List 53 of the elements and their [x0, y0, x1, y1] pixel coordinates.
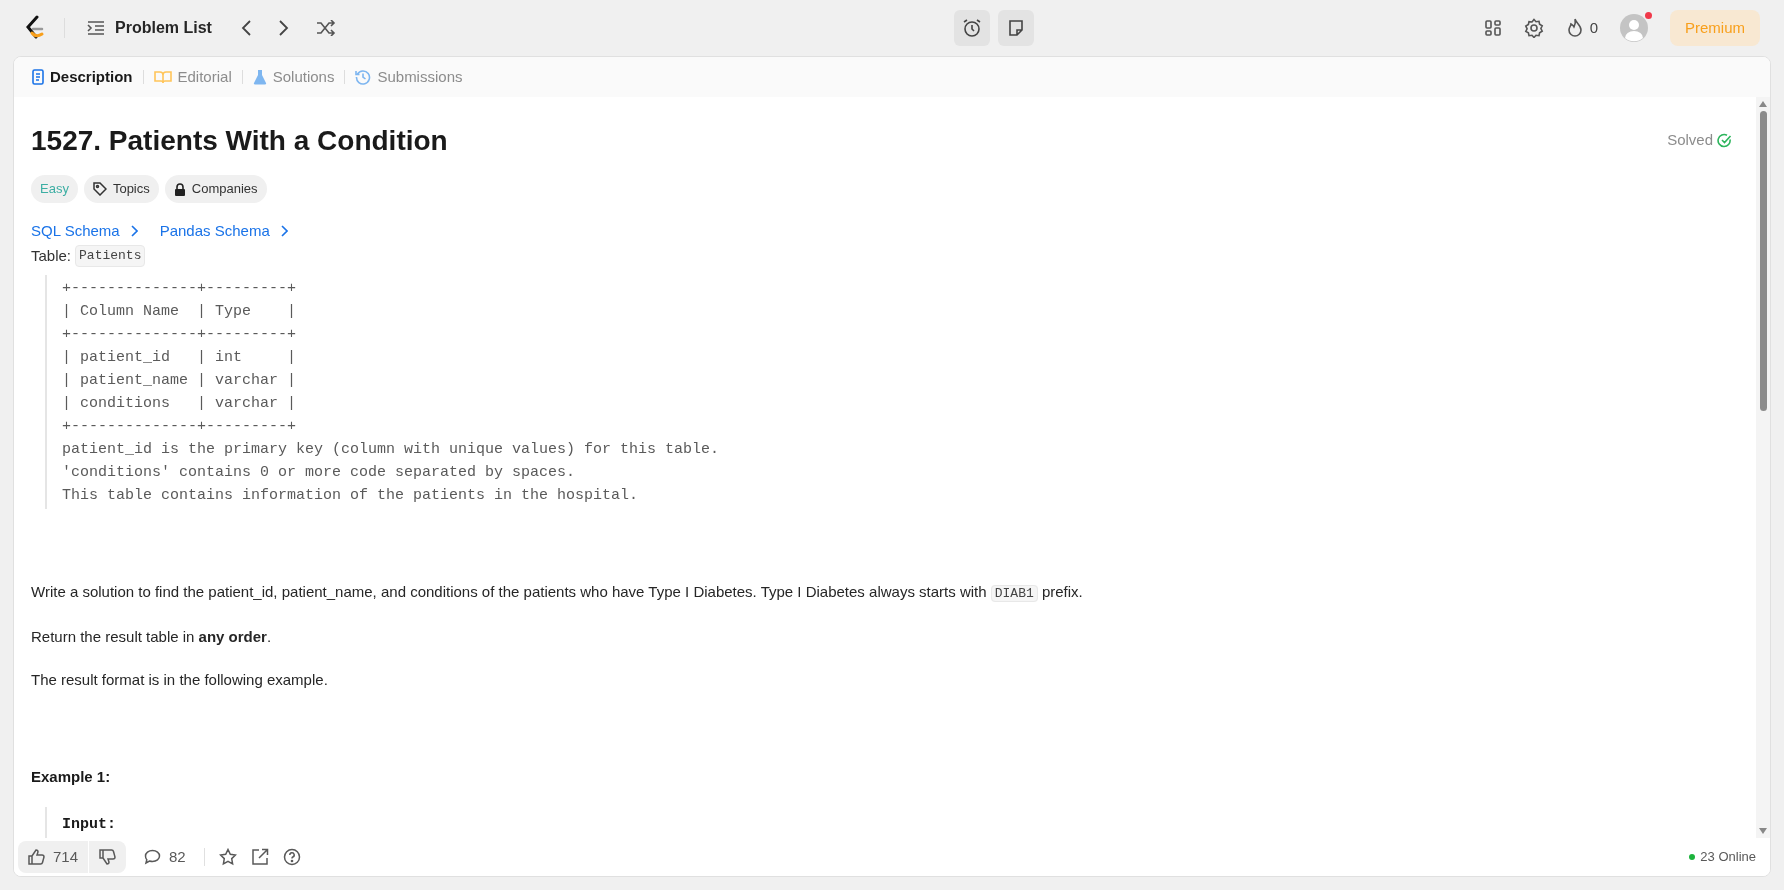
lock-icon [173, 182, 186, 196]
online-count: 23 Online [1700, 848, 1756, 867]
star-icon[interactable] [218, 848, 237, 866]
scrollbar[interactable] [1756, 97, 1770, 838]
scroll-down-icon[interactable] [1759, 828, 1767, 834]
notes-button[interactable] [997, 10, 1034, 46]
history-icon [355, 69, 372, 85]
schema-link[interactable]: Pandas Schema [159, 220, 288, 243]
streak-count: 0 [1589, 17, 1598, 38]
companies-button[interactable]: Companies [164, 175, 267, 203]
solved-label: Solved [1667, 130, 1713, 150]
paragraph: The result format is in the following example. [31, 670, 329, 690]
schema-code-block: +--------------+---------+ | Column Name | Type | +--------------+---------+ | patient_id | int | | patient_name | varchar | | conditions | varchar | +--------------+---------+ patient_id is the primary key (column with unique values) for this table. 'conditions' contains 0 or more code separated by spaces. This table contains information of the patients in the hospital. [45, 275, 1736, 509]
tab[interactable]: Description [28, 65, 137, 89]
problem-list-link[interactable]: Problem List [83, 16, 216, 40]
note-icon [1006, 19, 1025, 37]
thumbs-up-icon [28, 849, 45, 865]
tag-icon [92, 182, 107, 196]
chevron-right-icon [129, 225, 138, 238]
streak-button[interactable]: 0 [1565, 16, 1598, 40]
next-icon[interactable] [277, 19, 290, 37]
alarm-clock-icon [961, 18, 982, 38]
layout-icon[interactable] [1483, 19, 1502, 37]
schema-link[interactable]: SQL Schema [31, 220, 138, 243]
shuffle-icon[interactable] [315, 20, 336, 36]
timer-button[interactable] [953, 10, 990, 46]
logo-icon[interactable] [24, 15, 46, 41]
thumbs-down-icon [99, 849, 117, 865]
flask-icon [252, 69, 267, 85]
input-label: Input: [62, 815, 116, 833]
help-icon[interactable] [282, 848, 301, 866]
problem-title: 1527. Patients With a Condition [31, 124, 448, 158]
topics-button[interactable]: Topics [83, 175, 159, 203]
problem-statement: Write a solution to find the patient_id, patient_name, and conditions of the patients who have Type I Diabetes. Type I Diabetes always starts with DIAB1 prefix. [31, 582, 1084, 604]
settings-icon[interactable] [1523, 18, 1544, 38]
previous-icon[interactable] [239, 19, 252, 37]
document-icon [32, 69, 44, 85]
table-name-code: Patients [75, 245, 146, 267]
paragraph: Return the result table in any order. [31, 627, 273, 647]
comments-button[interactable]: 82 [140, 845, 190, 869]
table-label: Table: [31, 245, 72, 266]
flame-icon [1565, 18, 1584, 38]
comment-icon [144, 849, 162, 865]
tab[interactable]: Editorial [149, 65, 236, 89]
list-icon [87, 20, 105, 36]
scroll-up-icon[interactable] [1759, 101, 1767, 107]
scroll-thumb[interactable] [1759, 111, 1767, 411]
book-icon [153, 70, 172, 84]
example-heading: Example 1: [31, 767, 112, 787]
tab[interactable]: Submissions [351, 65, 467, 89]
chevron-right-icon [279, 225, 288, 238]
share-icon[interactable] [250, 848, 269, 866]
tab[interactable]: Solutions [248, 65, 339, 89]
